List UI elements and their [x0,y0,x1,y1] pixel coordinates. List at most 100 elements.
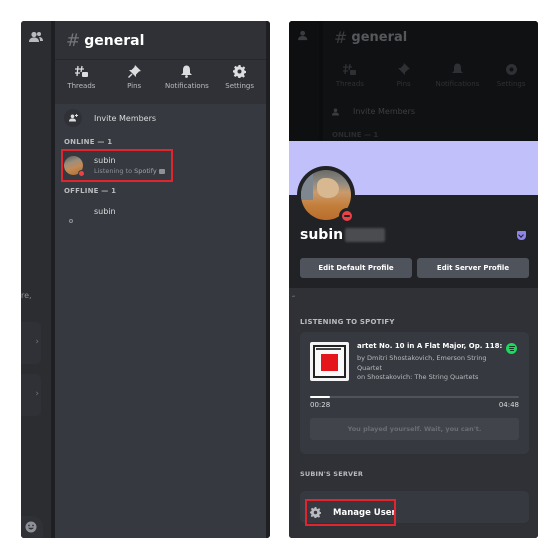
settings-button[interactable]: Settings [214,65,266,90]
album-cover [313,345,346,378]
members-panel-dimmed: # general Threads Pins Notifications Set… [323,21,538,141]
hash-icon: # [66,31,81,51]
channel-title: # general [66,31,144,51]
rich-presence-icon [158,168,165,174]
online-section-header: ONLINE — 1 [332,131,379,139]
right-screenshot: # general Threads Pins Notifications Set… [289,21,538,538]
message-card[interactable]: › [21,322,41,364]
gear-icon [505,64,517,75]
online-section-header: ONLINE — 1 [64,138,113,146]
avatar-detail [317,178,339,198]
edit-server-profile-button[interactable]: Edit Server Profile [417,258,529,278]
smiley-icon [25,521,37,533]
tool-label: Pins [396,80,411,88]
dnd-status-icon [78,170,85,177]
album-cover-detail [321,354,338,371]
threads-button[interactable]: Threads [55,65,107,90]
channel-tools: Threads Pins Notifications Settings [323,63,538,88]
track-progress-fill [310,396,331,398]
threads-button: Threads [324,63,376,88]
spotify-icon-wave [509,350,514,351]
elapsed-time: 00:28 [310,401,331,409]
invite-members-button[interactable]: Invite Members [64,109,156,127]
spotify-activity-card: artet No. 10 in A Flat Major, Op. 118: I… [300,332,529,454]
members-icon[interactable] [29,31,43,43]
channel-name: general [351,30,408,45]
bell-icon [181,65,193,78]
pin-icon [398,63,411,75]
edit-default-profile-button[interactable]: Edit Default Profile [300,258,412,278]
quote-icon: “ [292,295,296,302]
channel-title: # general [334,28,407,47]
message-card[interactable]: › [21,374,41,416]
member-list-item[interactable]: subin Listening to Spotify [61,149,173,182]
add-person-icon [332,108,339,115]
offline-status-icon [69,219,73,223]
activity-prefix: Listening to [94,167,133,175]
pins-button[interactable]: Pins [108,65,160,90]
avatar [64,156,85,177]
member-activity: Listening to Spotify [94,167,165,175]
members-icon [298,30,308,41]
nitro-badge-icon[interactable] [517,231,526,240]
pin-icon [127,65,141,78]
track-title[interactable]: artet No. 10 in A Flat Major, Op. 118: I… [357,342,502,350]
username-text: subin [300,227,344,243]
left-rail [289,21,319,141]
redacted-discriminator [345,228,386,242]
track-progress-bar [310,396,519,398]
threads-icon [343,63,357,75]
avatar-detail [301,170,313,200]
settings-button: Settings [485,63,537,88]
tool-label: Settings [496,80,526,88]
spotify-icon-wave [508,346,515,347]
profile-actions: Edit Default Profile Edit Server Profile [300,258,529,278]
tool-label: Threads [335,80,364,88]
album-art[interactable] [310,342,349,381]
profile-avatar[interactable] [297,166,355,224]
invite-members-button: Invite Members [332,107,415,116]
dnd-status-icon [339,208,355,224]
tool-label: Notifications [435,80,480,88]
track-duration: 04:48 [498,401,519,409]
left-screenshot: re, › › # general Threads Pins Notificat… [21,21,270,538]
profile-username: subin [300,227,386,243]
activity-heading: LISTENING TO SPOTIFY [300,318,395,326]
truncated-message-text: re, [21,291,32,300]
chevron-right-icon: › [35,337,39,347]
channel-name: general [84,33,145,49]
threads-icon [74,65,88,77]
notifications-button[interactable]: Notifications [161,65,213,90]
member-info: subin [94,207,116,216]
left-rail: re, › › [21,21,51,538]
invite-members-label: Invite Members [94,113,157,123]
tool-label: Notifications [164,82,209,90]
gear-icon [233,65,247,78]
manage-user-label: Manage User [333,507,396,518]
tool-label: Threads [67,82,96,90]
bell-icon [451,63,463,73]
emoji-button[interactable] [21,516,43,538]
divider [55,59,266,60]
dimmed-background: # general Threads Pins Notifications Set… [289,21,538,141]
spotify-icon-wave [509,348,514,349]
album-cover-detail [316,348,341,350]
invite-icon-wrap [64,109,82,127]
channel-header: # general Threads Pins Notifications Set… [55,21,266,104]
gear-icon [310,507,321,518]
add-person-icon [68,114,78,122]
chevron-right-icon: › [35,389,39,399]
manage-user-button[interactable]: Manage User [305,499,396,526]
spotify-icon[interactable] [506,343,517,354]
pins-button: Pins [378,63,430,88]
tool-label: Pins [127,82,142,90]
invite-members-label: Invite Members [353,107,416,116]
hash-icon: # [334,28,348,47]
server-section-heading: SUBIN'S SERVER [300,470,364,478]
track-artist: by Dmitri Shostakovich, Emerson String Q… [357,354,487,372]
member-name: subin [94,207,116,216]
member-list-item[interactable]: subin [61,201,173,234]
play-on-spotify-button[interactable]: You played yourself. Wait, you can't. [310,418,519,440]
member-info: subin Listening to Spotify [94,156,165,175]
track-album: on Shostakovich: The String Quartets [357,373,479,381]
